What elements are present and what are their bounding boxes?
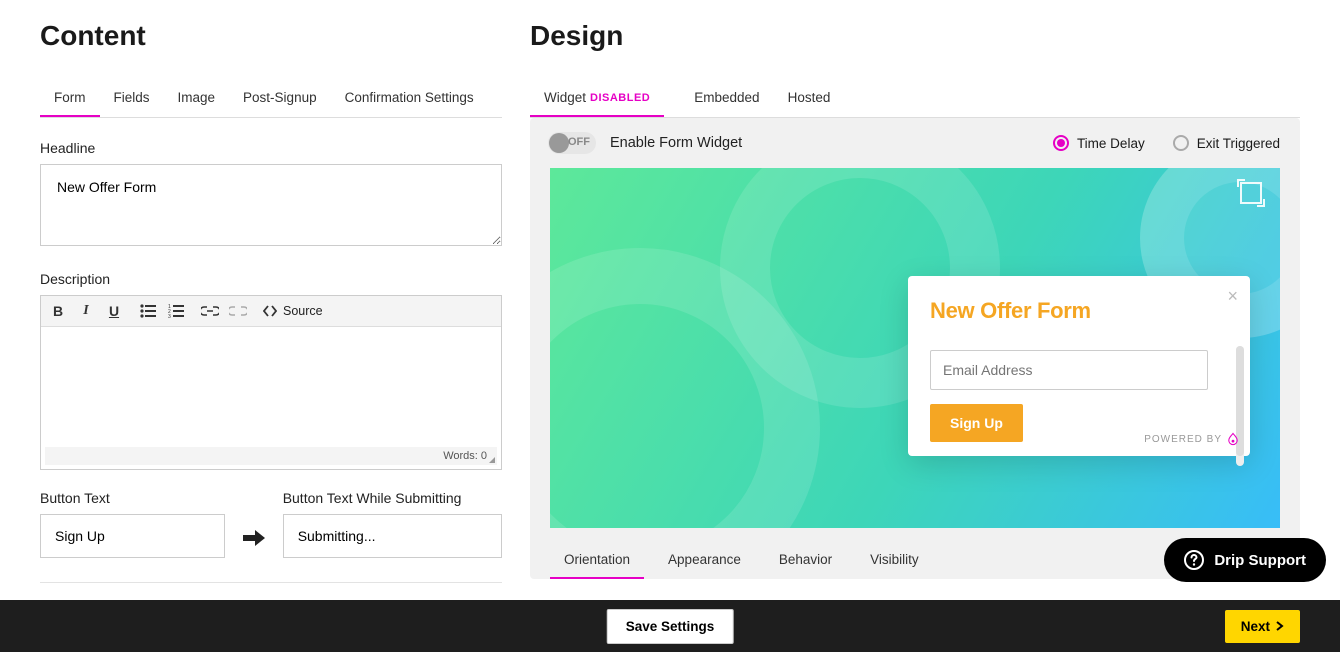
tab-widget-label: Widget <box>544 90 586 105</box>
editor-body[interactable] <box>45 331 497 443</box>
submitting-input[interactable] <box>283 514 502 558</box>
enable-widget-toggle[interactable]: OFF <box>548 132 596 154</box>
headline-label: Headline <box>40 140 502 156</box>
next-label: Next <box>1241 619 1270 634</box>
tab-post-signup[interactable]: Post-Signup <box>229 80 331 117</box>
tab-visibility[interactable]: Visibility <box>856 542 933 579</box>
expand-icon[interactable] <box>1240 182 1262 204</box>
help-icon <box>1184 550 1204 570</box>
tab-image[interactable]: Image <box>164 80 230 117</box>
button-text-label: Button Text <box>40 490 225 506</box>
bullet-list-icon[interactable] <box>139 302 157 320</box>
source-label: Source <box>283 304 323 318</box>
drip-logo-icon <box>1226 432 1240 446</box>
toggle-off-label: OFF <box>568 136 590 148</box>
tab-appearance[interactable]: Appearance <box>654 542 755 579</box>
description-editor: B I U 123 Source Words: <box>40 295 502 470</box>
preview-canvas: × New Offer Form Sign Up POWERED BY <box>550 168 1280 528</box>
popup-title: New Offer Form <box>930 298 1228 324</box>
content-heading: Content <box>40 20 502 52</box>
save-settings-button[interactable]: Save Settings <box>607 609 734 644</box>
form-popup: × New Offer Form Sign Up POWERED BY <box>908 276 1250 456</box>
link-icon[interactable] <box>201 302 219 320</box>
svg-text:3: 3 <box>168 314 171 318</box>
radio-unchecked-icon <box>1173 135 1189 151</box>
design-tabs: Widget DISABLED Embedded Hosted <box>530 80 1300 118</box>
footer-bar: Save Settings Next <box>0 600 1340 652</box>
radio-exit-label: Exit Triggered <box>1197 136 1280 151</box>
resize-grip-icon[interactable] <box>489 457 495 463</box>
signup-button[interactable]: Sign Up <box>930 404 1023 442</box>
powered-by: POWERED BY <box>1144 432 1240 446</box>
button-text-input[interactable] <box>40 514 225 558</box>
preview-panel: OFF Enable Form Widget Time Delay Exit T… <box>530 118 1300 579</box>
next-button[interactable]: Next <box>1225 610 1300 643</box>
radio-time-delay[interactable]: Time Delay <box>1053 135 1145 151</box>
code-icon <box>263 305 277 317</box>
disabled-badge: DISABLED <box>590 92 650 104</box>
enable-widget-label: Enable Form Widget <box>610 135 742 151</box>
headline-input[interactable] <box>40 164 502 246</box>
editor-toolbar: B I U 123 Source <box>41 296 501 327</box>
content-tabs: Form Fields Image Post-Signup Confirmati… <box>40 80 502 118</box>
radio-exit-triggered[interactable]: Exit Triggered <box>1173 135 1280 151</box>
tab-fields[interactable]: Fields <box>100 80 164 117</box>
tab-form[interactable]: Form <box>40 80 100 117</box>
numbered-list-icon[interactable]: 123 <box>167 302 185 320</box>
divider <box>40 582 502 583</box>
submitting-label: Button Text While Submitting <box>283 490 502 506</box>
radio-time-delay-label: Time Delay <box>1077 136 1145 151</box>
radio-checked-icon <box>1053 135 1069 151</box>
arrow-right-icon <box>243 528 265 558</box>
tab-embedded[interactable]: Embedded <box>680 80 773 117</box>
source-button[interactable]: Source <box>263 304 323 318</box>
tab-widget[interactable]: Widget DISABLED <box>530 80 664 117</box>
tab-confirmation[interactable]: Confirmation Settings <box>331 80 488 117</box>
tab-behavior[interactable]: Behavior <box>765 542 846 579</box>
bold-icon[interactable]: B <box>49 302 67 320</box>
tab-hosted[interactable]: Hosted <box>774 80 845 117</box>
word-count: Words: 0 <box>443 450 487 462</box>
italic-icon[interactable]: I <box>77 302 95 320</box>
close-icon[interactable]: × <box>1227 286 1238 307</box>
description-label: Description <box>40 271 502 287</box>
scrollbar[interactable] <box>1236 346 1244 466</box>
underline-icon[interactable]: U <box>105 302 123 320</box>
help-support-button[interactable]: Drip Support <box>1164 538 1326 582</box>
unlink-icon[interactable] <box>229 302 247 320</box>
email-input[interactable] <box>930 350 1208 390</box>
support-label: Drip Support <box>1214 552 1306 569</box>
design-heading: Design <box>530 20 1300 52</box>
tab-orientation[interactable]: Orientation <box>550 542 644 579</box>
chevron-right-icon <box>1276 621 1284 631</box>
editor-footer: Words: 0 <box>45 447 497 465</box>
